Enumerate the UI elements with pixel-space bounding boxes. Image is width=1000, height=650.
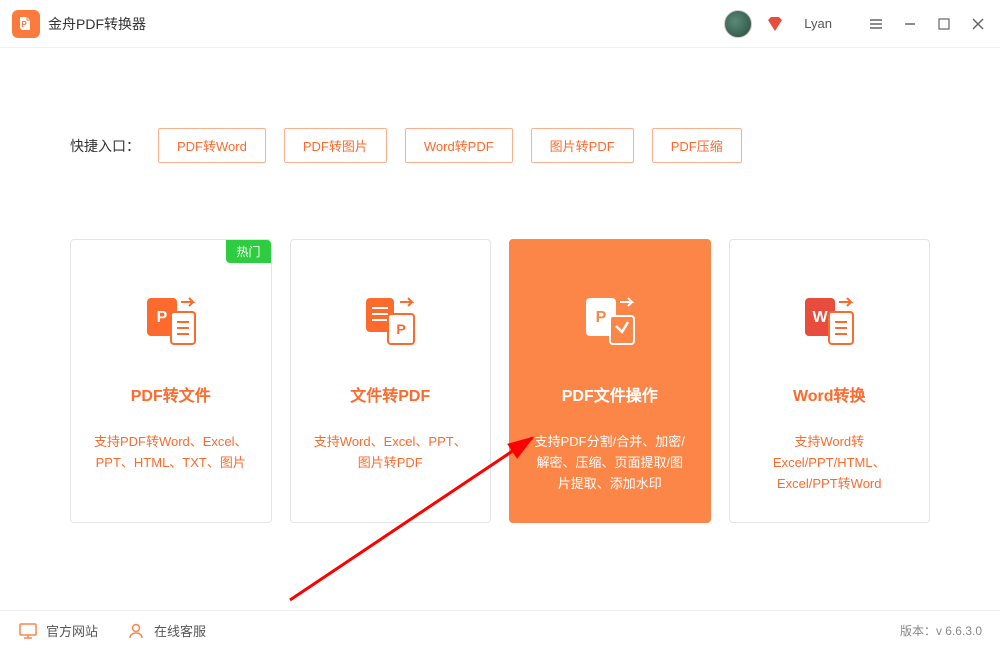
word-convert-icon: W: [797, 288, 861, 352]
version-label: 版本：: [900, 624, 936, 638]
quick-btn-pdf-to-word[interactable]: PDF转Word: [158, 128, 266, 163]
pdf-to-file-icon: P: [139, 288, 203, 352]
quick-btn-pdf-to-image[interactable]: PDF转图片: [284, 128, 387, 163]
card-title: 文件转PDF: [350, 382, 430, 406]
diamond-icon[interactable]: [766, 15, 784, 33]
quick-entry-row: 快捷入口： PDF转Word PDF转图片 Word转PDF 图片转PDF PD…: [70, 128, 930, 163]
card-title: PDF文件操作: [562, 382, 658, 406]
app-logo-icon: P: [12, 10, 40, 38]
card-word-convert[interactable]: W Word转换 支持Word转Excel/PPT/HTML、Excel/PPT…: [729, 239, 931, 523]
headset-icon: [126, 621, 146, 641]
minimize-button[interactable]: [900, 14, 920, 34]
app-title: 金舟PDF转换器: [48, 14, 146, 34]
card-desc: 支持Word转Excel/PPT/HTML、Excel/PPT转Word: [746, 432, 914, 494]
titlebar: P 金舟PDF转换器 Lyan: [0, 0, 1000, 48]
card-title: Word转换: [793, 382, 866, 406]
card-file-to-pdf[interactable]: P 文件转PDF 支持Word、Excel、PPT、图片转PDF: [290, 239, 492, 523]
avatar[interactable]: [724, 10, 752, 38]
quick-btn-word-to-pdf[interactable]: Word转PDF: [405, 128, 513, 163]
quick-entry-label: 快捷入口：: [70, 136, 140, 156]
svg-text:P: P: [156, 309, 167, 326]
pdf-operations-icon: P: [578, 288, 642, 352]
card-desc: 支持PDF转Word、Excel、PPT、HTML、TXT、图片: [87, 432, 255, 474]
titlebar-left: P 金舟PDF转换器: [12, 10, 146, 38]
card-pdf-to-file[interactable]: 热门 P PDF转文件 支持PDF转Word、Excel、PPT、HTML、TX…: [70, 239, 272, 523]
file-to-pdf-icon: P: [358, 288, 422, 352]
main-content: 快捷入口： PDF转Word PDF转图片 Word转PDF 图片转PDF PD…: [0, 48, 1000, 523]
card-desc: 支持PDF分割/合并、加密/解密、压缩、页面提取/图片提取、添加水印: [526, 432, 694, 494]
footer-support-text: 在线客服: [154, 621, 206, 640]
monitor-icon: [18, 621, 38, 641]
quick-btn-pdf-compress[interactable]: PDF压缩: [652, 128, 742, 163]
cards-grid: 热门 P PDF转文件 支持PDF转Word、Excel、PPT、HTML、TX…: [70, 239, 930, 523]
svg-text:P: P: [21, 20, 27, 29]
titlebar-right: Lyan: [724, 10, 988, 38]
hot-badge: 热门: [226, 240, 270, 263]
footer-support-link[interactable]: 在线客服: [126, 621, 206, 641]
svg-text:P: P: [595, 309, 606, 326]
close-button[interactable]: [968, 14, 988, 34]
footer-website-link[interactable]: 官方网站: [18, 621, 98, 641]
svg-text:W: W: [813, 309, 829, 326]
footer-website-text: 官方网站: [46, 621, 98, 640]
username-label: Lyan: [804, 16, 832, 31]
svg-text:P: P: [397, 321, 406, 337]
card-pdf-operations[interactable]: P PDF文件操作 支持PDF分割/合并、加密/解密、压缩、页面提取/图片提取、…: [509, 239, 711, 523]
footer: 官方网站 在线客服 版本：v 6.6.3.0: [0, 610, 1000, 650]
maximize-button[interactable]: [934, 14, 954, 34]
card-title: PDF转文件: [131, 382, 211, 406]
card-desc: 支持Word、Excel、PPT、图片转PDF: [307, 432, 475, 474]
quick-btn-image-to-pdf[interactable]: 图片转PDF: [531, 128, 634, 163]
version-value: v 6.6.3.0: [936, 624, 982, 638]
menu-button[interactable]: [866, 14, 886, 34]
footer-version: 版本：v 6.6.3.0: [900, 622, 982, 639]
